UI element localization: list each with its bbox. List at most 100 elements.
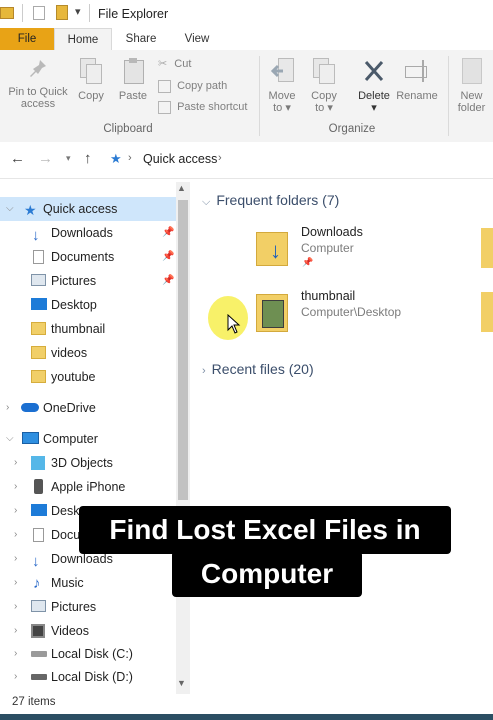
sidebar-item-label: Quick access — [43, 202, 118, 216]
chevron-right-icon[interactable]: › — [14, 475, 17, 499]
new-folder-button[interactable]: New folder — [450, 58, 493, 114]
cut-label: Cut — [174, 58, 192, 70]
sidebar-item-label: Desktop — [51, 298, 97, 312]
sidebar-item-pictures[interactable]: Pictures 📌 — [0, 269, 176, 293]
frequent-folders-header[interactable]: ⌵ Frequent folders (7) — [202, 192, 339, 209]
chevron-right-icon[interactable]: › — [14, 619, 17, 643]
copy-label: Copy — [78, 90, 104, 102]
sidebar-item-onedrive[interactable]: › OneDrive — [0, 396, 176, 420]
desktop-icon — [31, 504, 47, 516]
sidebar-item-label: videos — [51, 346, 88, 360]
chevron-down-icon: ⌵ — [202, 196, 211, 208]
folder-tile-thumbnail[interactable]: thumbnail Computer\Desktop — [252, 288, 452, 336]
pin-icon: 📌 — [302, 257, 314, 267]
chevron-right-icon[interactable]: › — [14, 571, 17, 595]
forward-arrow-icon[interactable]: → — [38, 150, 53, 167]
phone-icon — [34, 479, 43, 494]
sidebar-item-downloads[interactable]: ↓ Downloads 📌 — [0, 221, 176, 245]
title-bar — [0, 0, 493, 28]
chevron-right-icon[interactable]: › — [6, 396, 9, 420]
pictures-icon — [31, 600, 46, 612]
customize-toolbar-icon[interactable]: ▾ — [75, 5, 81, 18]
sidebar-item-videos[interactable]: videos — [0, 341, 176, 365]
ribbon-separator — [259, 56, 260, 136]
copy-button[interactable]: Copy — [74, 58, 108, 102]
tab-home[interactable]: Home — [54, 28, 112, 50]
scroll-up-icon[interactable]: ▲ — [177, 183, 186, 193]
folder-icon — [31, 346, 46, 359]
sidebar-item-videos[interactable]: › Videos — [0, 619, 176, 643]
scroll-down-icon[interactable]: ▼ — [177, 678, 186, 688]
delete-dropdown-icon[interactable]: ▾ — [353, 102, 395, 114]
copy-to-button[interactable]: Copy to ▾ — [306, 58, 342, 114]
folder-tile-downloads[interactable]: ↓ Downloads Computer 📌 — [252, 224, 452, 272]
paste-shortcut-button[interactable]: Paste shortcut — [158, 101, 247, 114]
paste-icon — [122, 58, 144, 84]
sidebar-item-3d-objects[interactable]: › 3D Objects — [0, 451, 176, 475]
paste-button[interactable]: Paste — [114, 58, 152, 102]
folder-icon[interactable] — [481, 228, 493, 268]
folder-location: Computer\Desktop — [301, 305, 402, 319]
sidebar-item-local-disk-c[interactable]: › Local Disk (C:) — [0, 642, 176, 666]
music-note-icon: ♪ — [33, 575, 41, 592]
sidebar-item-label: Music — [51, 576, 84, 590]
chevron-right-icon[interactable]: › — [14, 451, 17, 475]
new-folder-quick-icon[interactable] — [56, 5, 68, 20]
move-label-2: to ▾ — [273, 102, 291, 114]
sidebar-item-thumbnail[interactable]: thumbnail — [0, 317, 176, 341]
sidebar-item-desktop[interactable]: Desktop — [0, 293, 176, 317]
pin-icon[interactable]: 📌 — [162, 276, 174, 286]
sidebar-item-computer[interactable]: ⌵ Computer — [0, 427, 176, 451]
properties-icon[interactable] — [33, 6, 45, 20]
pin-label-1: Pin to Quick — [8, 86, 68, 98]
chevron-right-icon[interactable]: › — [14, 499, 17, 523]
sidebar-item-label: Local Disk (C:) — [51, 647, 133, 661]
sidebar-item-label: OneDrive — [43, 401, 96, 415]
back-arrow-icon[interactable]: ← — [10, 150, 25, 167]
section-title: Frequent folders (7) — [216, 192, 340, 208]
chevron-right-icon[interactable]: › — [14, 595, 17, 619]
sidebar-item-documents[interactable]: Documents 📌 — [0, 245, 176, 269]
pin-to-quick-access-button[interactable]: Pin to Quick access — [4, 58, 72, 110]
move-to-button[interactable]: Move to ▾ — [264, 58, 300, 114]
sidebar-item-local-disk-d[interactable]: › Local Disk (D:) — [0, 665, 176, 689]
chevron-right-icon[interactable]: › — [14, 523, 17, 547]
tab-share[interactable]: Share — [118, 28, 164, 50]
chevron-right-icon[interactable]: › — [14, 547, 17, 571]
sidebar-item-apple-iphone[interactable]: › Apple iPhone — [0, 475, 176, 499]
chevron-right-icon[interactable]: › — [14, 665, 17, 689]
new-folder-icon — [461, 58, 482, 84]
delete-button[interactable]: Delete ▾ — [353, 58, 395, 114]
sidebar-item-quick-access[interactable]: ⌵ ★ Quick access — [0, 197, 176, 221]
recent-locations-chevron-icon[interactable]: ▾ — [66, 153, 71, 164]
sidebar-item-youtube[interactable]: youtube — [0, 365, 176, 389]
breadcrumb-chevron-icon[interactable]: › — [128, 152, 132, 164]
cloud-icon — [21, 403, 39, 412]
folder-icon[interactable] — [481, 292, 493, 332]
section-title: Recent files (20) — [211, 361, 314, 377]
sidebar-item-pictures[interactable]: › Pictures — [0, 595, 176, 619]
ribbon-separator — [448, 56, 449, 136]
breadcrumb-chevron-icon[interactable]: › — [218, 152, 222, 164]
sidebar-item-music[interactable]: › ♪ Music — [0, 571, 176, 595]
paste-label: Paste — [118, 90, 148, 102]
pin-icon[interactable]: 📌 — [162, 252, 174, 262]
recent-files-header[interactable]: › Recent files (20) — [202, 361, 314, 377]
chevron-down-icon[interactable]: ⌵ — [6, 197, 14, 221]
breadcrumb[interactable]: Quick access — [143, 152, 217, 166]
tab-view[interactable]: View — [176, 28, 218, 50]
pin-label-2: access — [20, 98, 56, 110]
scrollbar-thumb[interactable] — [178, 200, 188, 500]
pin-icon[interactable]: 📌 — [162, 228, 174, 238]
chevron-down-icon[interactable]: ⌵ — [6, 427, 14, 451]
chevron-right-icon[interactable]: › — [14, 642, 17, 666]
rename-button[interactable]: Rename — [396, 58, 438, 102]
folder-icon — [31, 322, 46, 335]
copy-to-label-2: to ▾ — [315, 102, 333, 114]
copy-path-button[interactable]: Copy path — [158, 80, 227, 93]
tab-file[interactable]: File — [0, 28, 54, 50]
cut-button[interactable]: ✂ Cut — [158, 57, 191, 70]
sidebar-item-label: thumbnail — [51, 322, 106, 336]
up-arrow-icon[interactable]: ↑ — [84, 150, 92, 167]
copy-to-label-1: Copy — [311, 90, 337, 102]
